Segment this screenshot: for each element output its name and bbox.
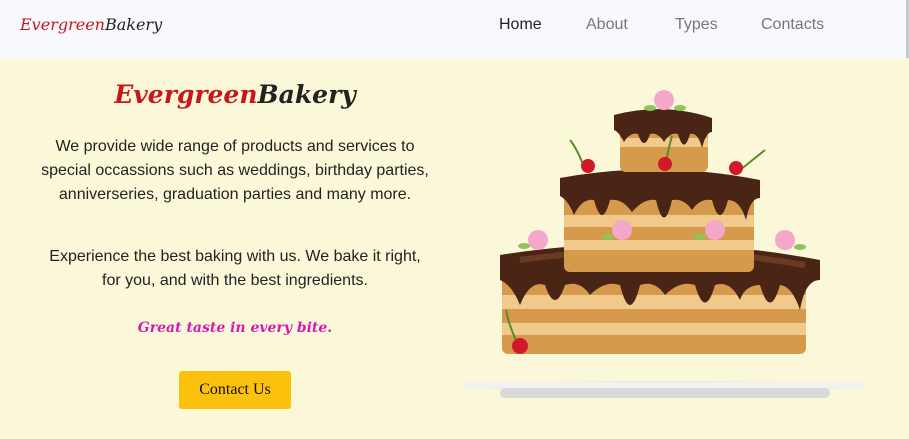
- brand-logo[interactable]: EvergreenBakery: [20, 15, 162, 34]
- nav-types[interactable]: Types: [675, 16, 718, 34]
- experience-paragraph: Experience the best baking with us. We b…: [49, 248, 421, 289]
- tagline: Great taste in every bite.: [137, 320, 333, 336]
- navbar: EvergreenBakery Home About Types Contact…: [0, 0, 909, 58]
- brand-part-evergreen: Evergreen: [20, 15, 105, 34]
- hero-title-evergreen: Evergreen: [114, 80, 258, 109]
- contact-us-button[interactable]: Contact Us: [179, 371, 291, 409]
- hero-title-bakery: Bakery: [257, 80, 356, 109]
- brand-part-bakery: Bakery: [104, 15, 163, 34]
- nav-about[interactable]: About: [586, 16, 628, 34]
- nav-home[interactable]: Home: [499, 16, 542, 34]
- hero-title: EvergreenBakery: [0, 80, 470, 109]
- nav-contacts[interactable]: Contacts: [761, 16, 824, 34]
- chocolate-cake-icon: [465, 90, 865, 398]
- intro-paragraph: We provide wide range of products and se…: [41, 138, 429, 203]
